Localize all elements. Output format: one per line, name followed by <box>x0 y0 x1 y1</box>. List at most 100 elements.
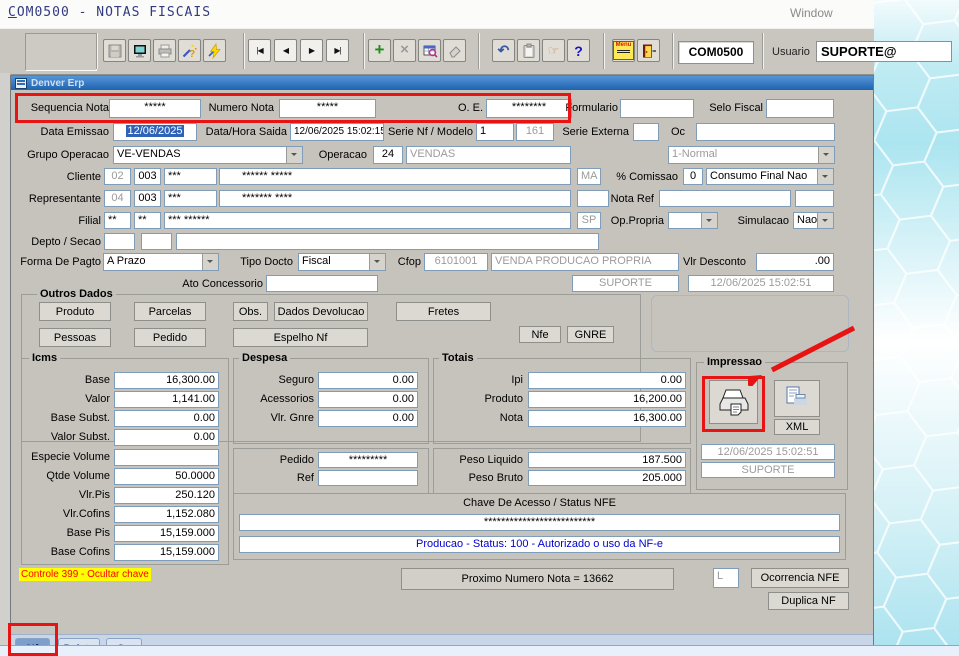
serie-nf-field[interactable]: 1 <box>476 123 514 141</box>
representante-nome-field[interactable]: ******* **** <box>219 190 571 207</box>
nav-last-button[interactable]: ▶| <box>326 39 349 62</box>
nota-ref-field[interactable] <box>659 190 791 207</box>
chave-acesso-field[interactable]: ************************** <box>239 514 840 531</box>
query-records-button[interactable] <box>418 39 441 62</box>
usuario-field[interactable]: SUPORTE@ <box>816 41 952 62</box>
xml-button[interactable]: XML <box>774 419 820 435</box>
formulario-field[interactable] <box>620 99 694 118</box>
help-button[interactable]: ? <box>567 39 590 62</box>
print-button[interactable] <box>153 39 176 62</box>
confirm-button[interactable]: ☞ <box>542 39 565 62</box>
grupo-operacao-select[interactable]: VE-VENDAS <box>113 146 303 164</box>
ocorrencia-nfe-button[interactable]: Ocorrencia NFE <box>751 568 849 588</box>
clear-form-button[interactable] <box>443 39 466 62</box>
chevron-down-icon[interactable] <box>369 254 385 270</box>
menu-button[interactable]: Menu <box>612 39 635 62</box>
depto-field-1[interactable] <box>104 233 135 250</box>
chevron-down-icon[interactable] <box>701 213 717 228</box>
add-record-button[interactable]: + <box>368 39 391 62</box>
vlr-desconto-field[interactable]: .00 <box>756 253 834 271</box>
op-propria-select[interactable] <box>668 212 718 229</box>
selo-fiscal-field[interactable] <box>766 99 834 118</box>
oc-field[interactable] <box>696 123 835 141</box>
dados-devolucao-button[interactable]: Dados Devolucao <box>274 302 368 321</box>
ref-field[interactable] <box>318 470 418 486</box>
mdi-child-titlebar[interactable]: Denver Erp <box>11 76 873 90</box>
representante-cod3-field[interactable]: *** <box>164 190 217 207</box>
icms-base-field[interactable]: 16,300.00 <box>114 372 219 389</box>
pedido-field[interactable]: ********* <box>318 452 418 468</box>
total-nota-field[interactable]: 16,300.00 <box>528 410 686 427</box>
icms-valor-field[interactable]: 1,141.00 <box>114 391 219 408</box>
pessoas-button[interactable]: Pessoas <box>39 328 111 347</box>
icms-valor-subst-field[interactable]: 0.00 <box>114 429 219 446</box>
execute-query-button[interactable] <box>203 39 226 62</box>
peso-bruto-field[interactable]: 205.000 <box>528 470 686 486</box>
serie-externa-field[interactable] <box>633 123 659 141</box>
imprimir-nota-button[interactable] <box>709 380 758 424</box>
l-field[interactable]: L <box>713 568 739 588</box>
data-hora-saida-field[interactable]: 12/06/2025 15:02:15 <box>290 123 384 141</box>
seguro-field[interactable]: 0.00 <box>318 372 418 389</box>
obs-button[interactable]: Obs. <box>233 302 268 321</box>
vlr-cofins-field[interactable]: 1,152.080 <box>114 506 219 523</box>
usuario-label: Usuario <box>772 46 810 58</box>
chevron-down-icon[interactable] <box>286 147 302 163</box>
proximo-numero-nota-box[interactable]: Proximo Numero Nota = 13662 <box>401 568 674 590</box>
depto-field-3[interactable] <box>176 233 599 250</box>
wizard-query-button[interactable]: ? <box>178 39 201 62</box>
vlr-pis-field[interactable]: 250.120 <box>114 487 219 504</box>
chevron-down-icon[interactable] <box>202 254 218 270</box>
base-pis-field[interactable]: 15,159.000 <box>114 525 219 542</box>
imprimir-danfe-button[interactable] <box>774 380 820 417</box>
chevron-down-icon[interactable] <box>817 213 833 228</box>
cliente-cod3-field[interactable]: *** <box>164 168 217 185</box>
sequencia-nota-field[interactable]: ***** <box>109 99 201 118</box>
comissao-field[interactable]: 0 <box>683 168 703 185</box>
icms-base-subst-field[interactable]: 0.00 <box>114 410 219 427</box>
representante-cod2-field[interactable]: 003 <box>134 190 161 207</box>
depto-field-2[interactable] <box>141 233 172 250</box>
pedido-button[interactable]: Pedido <box>134 328 206 347</box>
paste-button[interactable] <box>517 39 540 62</box>
delete-record-button[interactable]: × <box>393 39 416 62</box>
numero-nota-field[interactable]: ***** <box>279 99 376 118</box>
base-cofins-field[interactable]: 15,159.000 <box>114 544 219 561</box>
window-menu[interactable]: Window <box>790 6 833 20</box>
duplica-nf-button[interactable]: Duplica NF <box>768 592 849 610</box>
especie-volume-field[interactable] <box>114 449 219 466</box>
filial-cod1-field[interactable]: ** <box>104 212 131 229</box>
acessorios-field[interactable]: 0.00 <box>318 391 418 408</box>
simulacao-select[interactable]: Nao <box>793 212 834 229</box>
chevron-down-icon[interactable] <box>817 169 833 184</box>
peso-liquido-field[interactable]: 187.500 <box>528 452 686 468</box>
data-emissao-field[interactable]: 12/06/2025 <box>113 123 197 141</box>
exit-button[interactable] <box>637 39 660 62</box>
qtde-volume-field[interactable]: 50.0000 <box>114 468 219 485</box>
vlr-gnre-field[interactable]: 0.00 <box>318 410 418 427</box>
nav-first-button[interactable]: |◀ <box>248 39 271 62</box>
nfe-button[interactable]: Nfe <box>519 326 561 343</box>
print-preview-button[interactable] <box>128 39 151 62</box>
gnre-button[interactable]: GNRE <box>567 326 614 343</box>
nav-next-button[interactable]: ▶ <box>300 39 323 62</box>
nav-previous-button[interactable]: ◀ <box>274 39 297 62</box>
cliente-nome-field[interactable]: ****** ***** <box>219 168 571 185</box>
filial-cod2-field[interactable]: ** <box>134 212 161 229</box>
operacao-num-field[interactable]: 24 <box>373 146 403 164</box>
ipi-field[interactable]: 0.00 <box>528 372 686 389</box>
cliente-cod2-field[interactable]: 003 <box>134 168 161 185</box>
undo-button[interactable]: ↶ <box>492 39 515 62</box>
ato-concessorio-field[interactable] <box>266 275 378 292</box>
filial-nome-field[interactable]: *** ****** <box>164 212 571 229</box>
nota-ref-extra-field[interactable] <box>795 190 834 207</box>
forma-pagto-select[interactable]: A Prazo <box>103 253 219 271</box>
tipo-docto-select[interactable]: Fiscal <box>298 253 386 271</box>
total-produto-field[interactable]: 16,200.00 <box>528 391 686 408</box>
parcelas-button[interactable]: Parcelas <box>134 302 206 321</box>
save-button[interactable] <box>103 39 126 62</box>
espelho-nf-button[interactable]: Espelho Nf <box>233 328 368 347</box>
consumo-final-select[interactable]: Consumo Final Nao <box>706 168 834 185</box>
fretes-button[interactable]: Fretes <box>396 302 491 321</box>
produto-button[interactable]: Produto <box>39 302 111 321</box>
